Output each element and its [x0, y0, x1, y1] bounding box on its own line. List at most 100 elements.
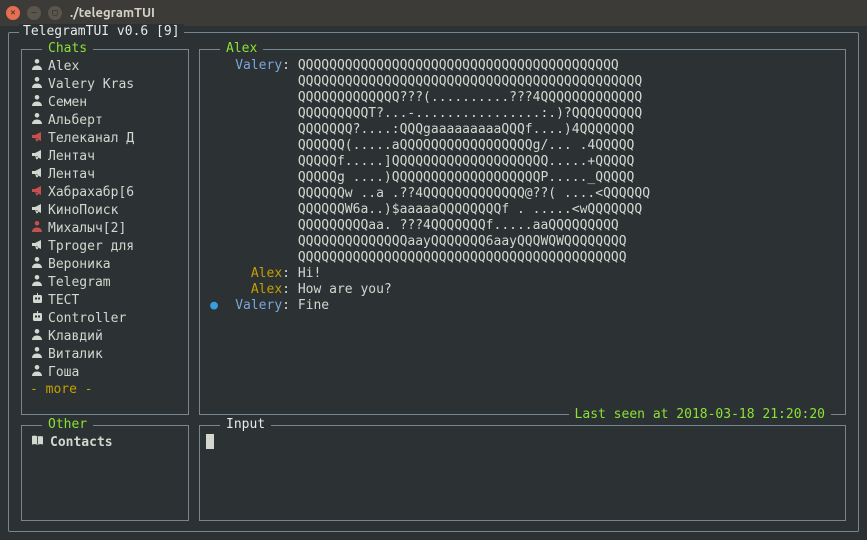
unread-dot-icon — [210, 234, 220, 250]
mega-icon — [30, 202, 44, 220]
chat-list-item-label: Controller — [48, 311, 126, 327]
chat-list-item[interactable]: Семен — [28, 94, 182, 112]
chat-list-item-label: Хабрахабр[6 — [48, 185, 134, 201]
chat-list-item[interactable]: Alex — [28, 58, 182, 76]
app-frame: TelegramTUI v0.6 [9] Chats AlexValery Kr… — [8, 32, 859, 532]
message-input[interactable] — [206, 434, 839, 450]
robot-icon — [30, 310, 44, 328]
person-icon — [30, 112, 44, 130]
person-icon — [30, 76, 44, 94]
chat-list-item-label: Клавдий — [48, 329, 103, 345]
window-titlebar: ✕ – ▢ ./telegramTUI — [0, 0, 867, 26]
chat-list-item[interactable]: Виталик — [28, 346, 182, 364]
message-sender: Alex — [251, 266, 282, 281]
unread-dot-icon: ● — [210, 298, 220, 314]
chat-list-item-label: Telegram — [48, 275, 111, 291]
chat-list-item[interactable]: Tproger для — [28, 238, 182, 256]
chat-list-item[interactable]: Вероника — [28, 256, 182, 274]
chat-list-item-label: КиноПоиск — [48, 203, 118, 219]
message-line: QQQQQQQQQT?...-................:.)?QQQQQ… — [210, 106, 835, 122]
message-line: QQQQQQQQQQQQQQQQQQQQQQQQQQQQQQQQQQQQQQQQ… — [210, 250, 835, 266]
unread-dot-icon — [210, 250, 220, 266]
person-icon — [30, 274, 44, 292]
unread-dot-icon — [210, 122, 220, 138]
chat-list-item-label: Лентач — [48, 167, 95, 183]
message-line: QQQQQf.....]QQQQQQQQQQQQQQQQQQQQ.....+QQ… — [210, 154, 835, 170]
message-body: How are you? — [290, 282, 392, 298]
message-body: Hi! — [290, 266, 321, 282]
message-body: QQQQQQQQQQQQQQQQQQQQQQQQQQQQQQQQQQQQQQQQ… — [290, 58, 619, 74]
window-minimize-icon[interactable]: – — [27, 6, 41, 20]
terminal-area: TelegramTUI v0.6 [9] Chats AlexValery Kr… — [0, 26, 867, 540]
mega-icon — [30, 130, 44, 148]
message-body: QQQQQQQQQQQQQ???(..........???4QQQQQQQQQ… — [290, 90, 642, 106]
chat-list-item[interactable]: Михалыч[2] — [28, 220, 182, 238]
chat-list-item[interactable]: Лентач — [28, 148, 182, 166]
chats-list: AlexValery KrasСеменАльбертТелеканал ДЛе… — [28, 58, 182, 398]
person-icon — [30, 58, 44, 76]
message-body: QQQQQQQQQaa. ???4QQQQQQQf.....aaQQQQQQQQ… — [290, 218, 619, 234]
other-list-item[interactable]: Contacts — [28, 434, 182, 452]
mega-icon — [30, 184, 44, 202]
chat-list-item[interactable]: КиноПоиск — [28, 202, 182, 220]
chat-list-item[interactable]: Телеканал Д — [28, 130, 182, 148]
chat-list-item-label: Вероника — [48, 257, 111, 273]
input-panel-label: Input — [220, 417, 271, 433]
unread-dot-icon — [210, 202, 220, 218]
chat-list-item[interactable]: Valery Kras — [28, 76, 182, 94]
chat-list-item[interactable]: Лентач — [28, 166, 182, 184]
message-sender: Valery — [235, 58, 282, 73]
chat-list-item-label: Alex — [48, 59, 79, 75]
chats-more[interactable]: - more - — [28, 382, 182, 398]
message-body: QQQQQQQQQQQQQQaayQQQQQQQ6aayQQQWQWQQQQQQ… — [290, 234, 627, 250]
chat-list-item[interactable]: ТЕСТ — [28, 292, 182, 310]
message-body: QQQQQQQQQT?...-................:.)?QQQQQ… — [290, 106, 642, 122]
unread-dot-icon — [210, 170, 220, 186]
chat-list-item[interactable]: Хабрахабр[6 — [28, 184, 182, 202]
book-icon — [30, 434, 44, 452]
message-line: QQQQQQQQQQQQQ???(..........???4QQQQQQQQQ… — [210, 90, 835, 106]
chat-list-item[interactable]: Telegram — [28, 274, 182, 292]
message-body: QQQQQf.....]QQQQQQQQQQQQQQQQQQQQ.....+QQ… — [290, 154, 634, 170]
chat-list-item[interactable]: Controller — [28, 310, 182, 328]
unread-dot-icon — [210, 218, 220, 234]
chat-list-item-label: Виталик — [48, 347, 103, 363]
chat-list-item-label: Семен — [48, 95, 87, 111]
message-body: QQQQQQQQQQQQQQQQQQQQQQQQQQQQQQQQQQQQQQQQ… — [290, 250, 627, 266]
person-icon — [30, 328, 44, 346]
message-body: QQQQQQw ..a .??4QQQQQQQQQQQQQ@??( ....<Q… — [290, 186, 650, 202]
message-line: QQQQQQQQQaa. ???4QQQQQQQf.....aaQQQQQQQQ… — [210, 218, 835, 234]
mega-icon — [30, 148, 44, 166]
chat-list-item[interactable]: Альберт — [28, 112, 182, 130]
app-header: TelegramTUI v0.6 [9] — [19, 24, 184, 40]
robot-icon — [30, 292, 44, 310]
message-line: QQQQQQQ?....:QQQgaaaaaaaaaQQQf....)4QQQQ… — [210, 122, 835, 138]
person-icon — [30, 256, 44, 274]
message-line: Alex: How are you? — [210, 282, 835, 298]
message-body: QQQQQQQQQQQQQQQQQQQQQQQQQQQQQQQQQQQQQQQQ… — [290, 74, 642, 90]
chat-list-item[interactable]: Клавдий — [28, 328, 182, 346]
person-icon — [30, 364, 44, 382]
window-maximize-icon[interactable]: ▢ — [48, 6, 62, 20]
message-body: QQQQQQW6a..)$aaaaaQQQQQQQQf . .....<wQQQ… — [290, 202, 642, 218]
chat-view-panel: Alex Valery: QQQQQQQQQQQQQQQQQQQQQQQQQQQ… — [199, 49, 846, 415]
unread-dot-icon — [210, 106, 220, 122]
chat-list-item[interactable]: Гоша — [28, 364, 182, 382]
unread-dot-icon — [210, 90, 220, 106]
chat-view-label: Alex — [220, 41, 263, 57]
chat-list-item-label: ТЕСТ — [48, 293, 79, 309]
chat-list-item-label: Телеканал Д — [48, 131, 134, 147]
message-line: QQQQQQ(.....aQQQQQQQQQQQQQQQQQg/... .4QQ… — [210, 138, 835, 154]
window-close-icon[interactable]: ✕ — [6, 6, 20, 20]
chat-list-item-label: Гоша — [48, 365, 79, 381]
message-line: Alex: Hi! — [210, 266, 835, 282]
unread-dot-icon — [210, 74, 220, 90]
message-body: QQQQQQQ?....:QQQgaaaaaaaaaQQQf....)4QQQQ… — [290, 122, 634, 138]
input-panel: Input — [199, 425, 846, 521]
message-line: ●Valery: Fine — [210, 298, 835, 314]
message-body: Fine — [290, 298, 329, 314]
chat-list-item-label: Tproger для — [48, 239, 134, 255]
mega-icon — [30, 166, 44, 184]
message-line: QQQQQg ....)QQQQQQQQQQQQQQQQQQQP....._QQ… — [210, 170, 835, 186]
chats-panel-label: Chats — [42, 41, 93, 57]
